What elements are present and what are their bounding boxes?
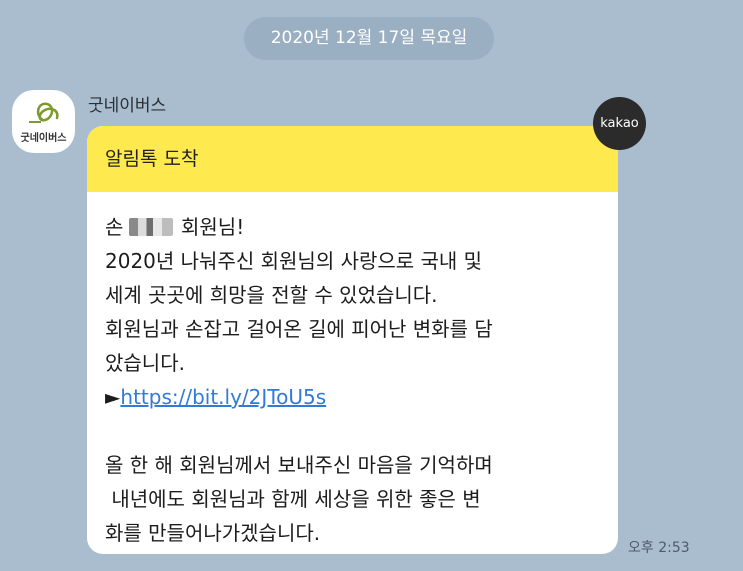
closing-line: 내년에도 회원님과 함께 세상을 위한 좋은 변 [105,487,481,511]
message-bubble[interactable]: 알림톡 도착 손 회원님! 2020년 나눠주신 회원님의 사랑으로 국내 및 세… [87,126,618,554]
redacted-name [129,218,173,236]
avatar[interactable]: 굿네이버스 [12,90,75,153]
message-time: 오후 2:53 [628,540,690,556]
alimtalk-header: 알림톡 도착 [87,126,618,192]
kakao-badge: kakao [593,97,646,150]
goodneighbors-logo-icon [29,102,59,123]
message-line: 았습니다. [105,351,185,375]
message-line: 2020년 나눠주신 회원님의 사랑으로 국내 및 [105,249,483,273]
closing-line: 화를 만들어나가겠습니다. [105,521,321,545]
sender-name[interactable]: 굿네이버스 [88,91,166,116]
date-divider: 2020년 12월 17일 목요일 [244,17,494,60]
avatar-label: 굿네이버스 [20,133,67,144]
message-body: 손 회원님! 2020년 나눠주신 회원님의 사랑으로 국내 및 세계 곳곳에 희… [87,192,618,550]
message-line: 회원님과 손잡고 걸어온 길에 피어난 변화를 담 [105,317,493,341]
message-line: 세계 곳곳에 희망을 전할 수 있었습니다. [105,283,438,307]
greeting-suffix: 회원님! [181,215,245,239]
closing-line: 올 한 해 회원님께서 보내주신 마음을 기억하며 [105,453,493,477]
play-arrow-icon: ► [105,385,121,409]
greeting-prefix: 손 [105,215,124,239]
greeting-line: 손 회원님! [105,210,600,244]
link-line: ►https://bit.ly/2JToU5s [105,380,600,414]
message-link[interactable]: https://bit.ly/2JToU5s [120,385,326,409]
